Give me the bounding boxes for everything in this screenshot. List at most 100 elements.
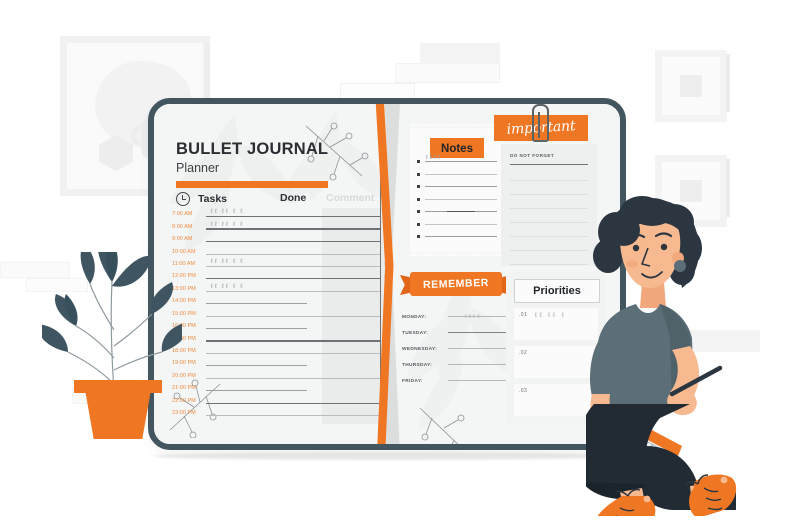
bullet-dot-icon [417,235,420,238]
remember-day-row[interactable]: FRIDAY: [402,368,520,384]
handwriting-scribble: ℓℓℓℓ [425,153,442,161]
task-write-line[interactable] [206,345,380,357]
earring [674,260,686,272]
task-rule-line [206,365,307,367]
bullet-dot-icon [417,160,420,163]
handwriting-scribble: ℓℓ ℓℓ ℓ [534,311,566,319]
priority-number: .03 [519,388,528,394]
task-write-line[interactable] [206,382,380,394]
do-not-forget-line[interactable] [510,208,588,209]
bullet-dot-icon [417,222,420,226]
task-row[interactable]: 14:00 PM [172,295,388,307]
notes-write-line[interactable] [425,173,497,175]
task-rule-line [206,340,380,342]
task-row[interactable]: 22:00 PM [172,395,388,407]
task-row[interactable]: 21:00 PM [172,382,388,394]
handwriting-scribble: ℓℓ ℓℓ ℓ ℓ [210,207,244,216]
do-not-forget-label: DO NOT FORGET [510,153,555,158]
eye-right [660,243,668,251]
priority-number: .01 [519,312,528,318]
priorities-heading: Priorities [533,285,581,297]
notes-write-line[interactable] [425,236,497,237]
notes-bullet-row[interactable] [417,185,497,188]
task-write-line[interactable] [206,357,380,369]
do-not-forget-line[interactable] [510,194,588,195]
task-rule-line [206,390,307,392]
bullet-dot-icon [417,172,420,176]
task-write-line[interactable]: ℓℓ ℓℓ ℓ ℓ [206,219,380,233]
do-not-forget-lines [510,180,588,278]
notes-write-line[interactable] [425,211,497,213]
task-write-line[interactable]: ℓℓ ℓℓ ℓ ℓ [206,282,380,295]
task-write-line[interactable] [206,270,380,282]
clock-icon [176,192,190,206]
notes-bullet-row[interactable] [417,210,497,213]
task-write-line[interactable]: ℓℓ ℓℓ ℓ ℓ [206,257,380,270]
remember-day-row[interactable]: MONDAY: ℓℓℓℓ [402,304,520,320]
task-write-line[interactable] [206,308,380,320]
task-write-line[interactable] [206,370,380,382]
notes-write-line[interactable] [425,161,497,162]
journal-page: BULLET JOURNAL Planner Tasks Done Commen… [154,104,620,444]
handwriting-scribble: ℓℓ ℓℓ ℓ ℓ [210,219,244,228]
task-time-label: 8:00 AM [172,223,193,230]
do-not-forget-line[interactable] [510,250,588,251]
notes-bullet-row[interactable] [417,235,497,238]
task-row[interactable]: 20:00 PM [172,370,388,382]
task-row[interactable]: 12:00 PM [172,270,388,282]
do-not-forget-line[interactable] [510,264,588,265]
task-row[interactable]: 15:00 PM [172,308,388,320]
remember-day-row[interactable]: TUESDAY: [402,320,520,336]
task-write-line[interactable] [206,333,380,345]
torn-edge-bottom [410,250,504,256]
character-figure [575,196,737,530]
background-block [420,43,500,63]
remember-day-row[interactable]: THURSDAY: [402,352,520,368]
task-row[interactable]: 18:00 PM [172,345,388,357]
notes-write-line[interactable] [425,198,497,200]
sleeve-left [590,342,612,396]
remember-day-label: MONDAY: [402,315,427,320]
notes-bullet-row[interactable] [417,197,497,201]
task-write-line[interactable]: ℓℓ ℓℓ ℓ ℓ [206,207,380,220]
task-write-line[interactable] [206,395,380,407]
task-row[interactable]: 8:00 AM ℓℓ ℓℓ ℓ ℓ [172,220,388,232]
task-row-list: 7:00 AM ℓℓ ℓℓ ℓ ℓ 8:00 AM ℓℓ ℓℓ ℓ ℓ 9:00 AM 1… [172,207,388,419]
task-write-line[interactable] [206,233,380,245]
task-row[interactable]: 9:00 AM [172,233,388,245]
task-write-line[interactable] [206,320,380,332]
notes-heading: Notes [441,143,473,155]
remember-day-label: TUESDAY: [402,331,429,336]
notebook-shadow [152,452,622,460]
task-row[interactable]: 13:00 PM ℓℓ ℓℓ ℓ ℓ [172,282,388,295]
task-row[interactable]: 10:00 AM [172,245,388,257]
do-not-forget-line[interactable] [510,236,588,237]
task-rule-line [206,278,380,280]
notes-bullet-row[interactable] [417,222,497,226]
notes-bullet-row[interactable]: ℓℓℓℓ [417,153,497,163]
task-write-line[interactable] [206,295,380,307]
illustration-stage: BULLET JOURNAL Planner Tasks Done Commen… [0,0,800,530]
task-time-label: 9:00 AM [172,236,193,243]
background-block [395,63,500,83]
notes-write-line[interactable] [425,223,497,225]
task-row[interactable]: 17:00 PM [172,332,388,344]
do-not-forget-line[interactable] [510,222,588,223]
task-write-line[interactable] [206,407,380,419]
task-row[interactable]: 16:00 PM [172,320,388,332]
task-rule-line [206,353,380,355]
task-row[interactable]: 23:00 PM [172,407,388,419]
task-write-line[interactable] [206,246,380,258]
task-rule-line [206,290,380,292]
journal-title: BULLET JOURNAL [176,140,329,158]
task-row[interactable]: 19:00 PM [172,357,388,369]
remember-day-row[interactable]: WEDNESDAY: [402,336,520,352]
notes-write-line[interactable] [425,186,497,187]
task-row[interactable]: 7:00 AM ℓℓ ℓℓ ℓ ℓ [172,207,388,220]
notes-bullet-row[interactable] [417,172,497,176]
remember-day-label: FRIDAY: [402,379,423,384]
do-not-forget-line[interactable] [510,180,588,181]
plant-pot-rim [74,380,162,393]
task-row[interactable]: 11:00 AM ℓℓ ℓℓ ℓ ℓ [172,257,388,270]
journal-notebook: BULLET JOURNAL Planner Tasks Done Commen… [148,98,626,450]
